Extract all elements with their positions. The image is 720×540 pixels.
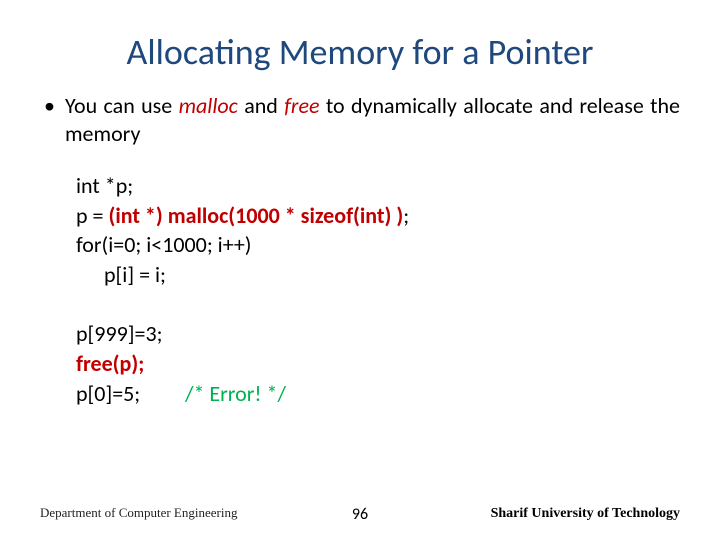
code-line-free: free(p); xyxy=(76,349,680,379)
code-highlight: (int *) malloc(1000 * sizeof(int) ) xyxy=(108,202,403,229)
keyword-free: free xyxy=(284,92,319,119)
code-text: p = xyxy=(76,202,108,229)
footer-department: Department of Computer Engineering xyxy=(40,505,237,521)
code-line: p = (int *) malloc(1000 * sizeof(int) ); xyxy=(76,201,680,231)
slide-number: 96 xyxy=(352,505,368,524)
code-block: int *p; p = (int *) malloc(1000 * sizeof… xyxy=(76,171,680,409)
footer: Department of Computer Engineering 96 Sh… xyxy=(40,505,680,522)
slide: Allocating Memory for a Pointer • You ca… xyxy=(0,0,720,540)
bullet-item: • You can use malloc and free to dynamic… xyxy=(40,92,680,147)
keyword-malloc: malloc xyxy=(179,92,238,119)
slide-content: • You can use malloc and free to dynamic… xyxy=(40,92,680,409)
code-text: ; xyxy=(403,202,409,229)
bullet-text: You can use malloc and free to dynamical… xyxy=(65,92,680,147)
slide-title: Allocating Memory for a Pointer xyxy=(40,30,680,74)
code-line: p[i] = i; xyxy=(104,260,680,290)
bullet-dot: • xyxy=(44,92,55,120)
text-segment: and xyxy=(238,92,284,119)
footer-university: Sharif University of Technology xyxy=(491,506,680,522)
code-text: p[0]=5; xyxy=(76,380,140,407)
text-segment: You can use xyxy=(65,92,179,119)
code-line: p[999]=3; xyxy=(76,319,680,349)
code-line: p[0]=5; /* Error! */ xyxy=(76,379,680,409)
code-blank-line xyxy=(76,290,680,320)
code-line: int *p; xyxy=(76,171,680,201)
code-line: for(i=0; i<1000; i++) xyxy=(76,230,680,260)
code-comment: /* Error! */ xyxy=(185,380,286,407)
